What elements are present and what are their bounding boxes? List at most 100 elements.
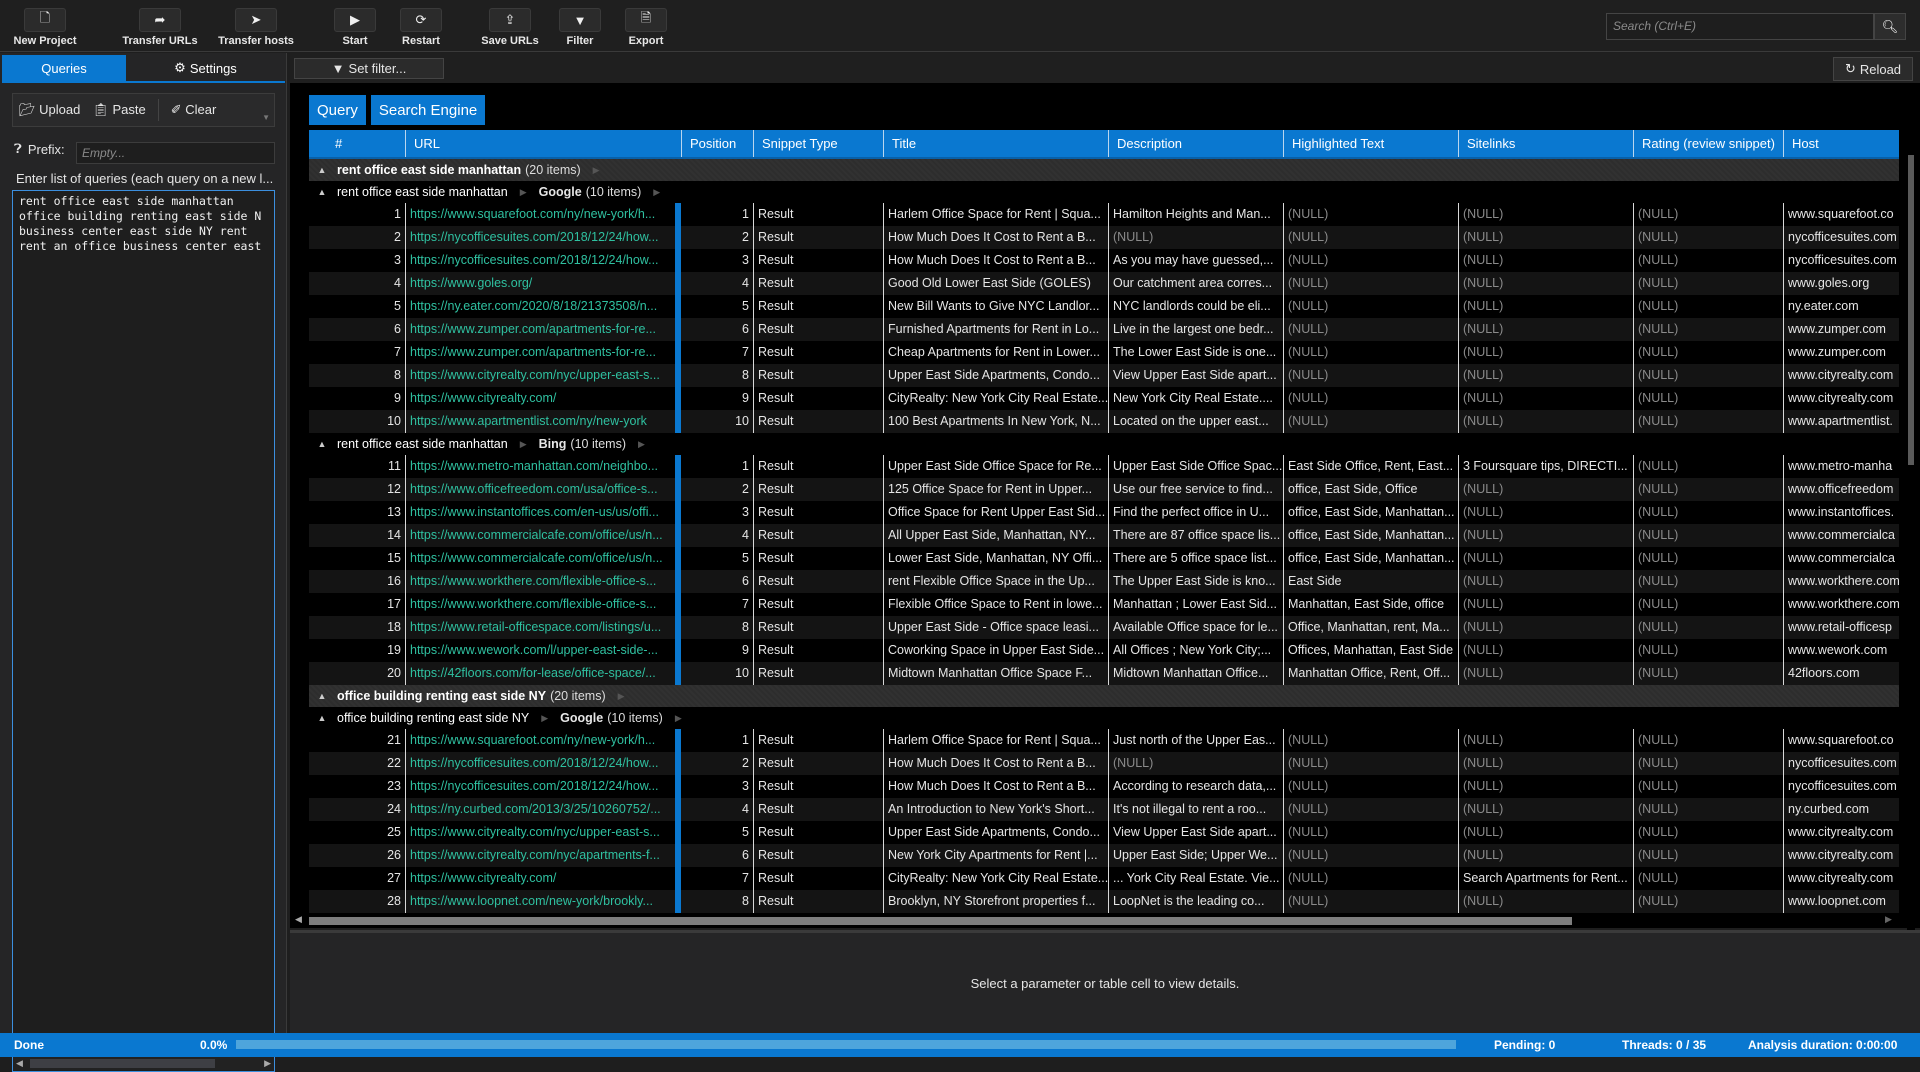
cell-hl[interactable]: (NULL) [1283, 844, 1458, 867]
cell-title[interactable]: New Bill Wants to Give NYC Landlor... [883, 295, 1108, 318]
cell-sl[interactable]: (NULL) [1458, 662, 1633, 685]
reload-button[interactable]: ↻ Reload [1833, 57, 1913, 81]
cell-n[interactable]: 15 [309, 547, 405, 570]
cell-desc[interactable]: There are 5 office space list... [1108, 547, 1283, 570]
cell-rating[interactable]: (NULL) [1633, 501, 1783, 524]
column-splitter[interactable] [675, 616, 681, 639]
cell-type[interactable]: Result [753, 798, 883, 821]
grid-horizontal-scrollbar[interactable]: ◀ ▶ [290, 914, 1902, 927]
cell-n[interactable]: 17 [309, 593, 405, 616]
cell-desc[interactable]: The Upper East Side is kno... [1108, 570, 1283, 593]
cell-hl[interactable]: (NULL) [1283, 295, 1458, 318]
overflow-icon[interactable]: ▼ [262, 113, 270, 122]
cell-n[interactable]: 21 [309, 729, 405, 752]
cell-url[interactable]: https://www.zumper.com/apartments-for-re… [405, 341, 681, 364]
table-row[interactable]: 11 https://www.metro-manhattan.com/neighb… [309, 455, 1899, 478]
column-splitter[interactable] [675, 593, 681, 616]
cell-url[interactable]: https://www.wework.com/l/upper-east-side… [405, 639, 681, 662]
cell-host[interactable]: www.goles.org [1783, 272, 1899, 295]
cell-sl[interactable]: 3 Foursquare tips, DIRECTI... [1458, 455, 1633, 478]
column-splitter[interactable] [675, 387, 681, 410]
cell-pos[interactable]: 4 [681, 798, 753, 821]
paste-button[interactable]: 📋︎ Paste [92, 102, 145, 118]
cell-type[interactable]: Result [753, 662, 883, 685]
cell-url[interactable]: https://www.officefreedom.com/usa/office… [405, 478, 681, 501]
table-row[interactable]: 15 https://www.commercialcafe.com/office/… [309, 547, 1899, 570]
cell-host[interactable]: www.workthere.com [1783, 570, 1899, 593]
column-splitter[interactable] [675, 844, 681, 867]
cell-sl[interactable]: (NULL) [1458, 318, 1633, 341]
cell-n[interactable]: 2 [309, 226, 405, 249]
cell-n[interactable]: 12 [309, 478, 405, 501]
column-splitter[interactable] [675, 775, 681, 798]
cell-hl[interactable]: East Side [1283, 570, 1458, 593]
cell-hl[interactable]: (NULL) [1283, 341, 1458, 364]
cell-desc[interactable]: Midtown Manhattan Office... [1108, 662, 1283, 685]
column-splitter[interactable] [675, 295, 681, 318]
cell-pos[interactable]: 9 [681, 639, 753, 662]
column-splitter[interactable] [675, 821, 681, 844]
queries-horizontal-scrollbar[interactable]: ◀ ▶ [13, 1056, 274, 1070]
cell-host[interactable]: www.apartmentlist. [1783, 410, 1899, 433]
cell-pos[interactable]: 3 [681, 501, 753, 524]
cell-rating[interactable]: (NULL) [1633, 616, 1783, 639]
column-header-description[interactable]: Description [1108, 130, 1283, 157]
cell-type[interactable]: Result [753, 593, 883, 616]
export-button[interactable]: 🗎 Export [601, 8, 691, 47]
cell-n[interactable]: 3 [309, 249, 405, 272]
column-splitter[interactable] [675, 798, 681, 821]
cell-type[interactable]: Result [753, 295, 883, 318]
collapse-icon[interactable]: ▲ [315, 691, 329, 701]
search-button[interactable]: 🔍︎ [1874, 13, 1906, 40]
column-header-url[interactable]: URL [405, 130, 681, 157]
cell-pos[interactable]: 2 [681, 478, 753, 501]
table-row[interactable]: 6 https://www.zumper.com/apartments-for-r… [309, 318, 1899, 341]
cell-type[interactable]: Result [753, 455, 883, 478]
cell-rating[interactable]: (NULL) [1633, 203, 1783, 226]
cell-type[interactable]: Result [753, 501, 883, 524]
cell-hl[interactable]: (NULL) [1283, 752, 1458, 775]
cell-title[interactable]: How Much Does It Cost to Rent a B... [883, 752, 1108, 775]
group-row-engine[interactable]: ▲ office building renting east side NY ▶ Go… [309, 707, 1899, 729]
cell-hl[interactable]: (NULL) [1283, 410, 1458, 433]
cell-url[interactable]: https://www.workthere.com/flexible-offic… [405, 593, 681, 616]
cell-sl[interactable]: (NULL) [1458, 570, 1633, 593]
cell-sl[interactable]: (NULL) [1458, 639, 1633, 662]
column-header-host[interactable]: Host [1783, 130, 1899, 157]
group-row-engine[interactable]: ▲ rent office east side manhattan ▶ Bing (10… [309, 433, 1899, 455]
cell-n[interactable]: 5 [309, 295, 405, 318]
column-header-highlighted-text[interactable]: Highlighted Text [1283, 130, 1458, 157]
cell-title[interactable]: Upper East Side - Office space leasi... [883, 616, 1108, 639]
cell-url[interactable]: https://nycofficesuites.com/2018/12/24/h… [405, 249, 681, 272]
cell-pos[interactable]: 8 [681, 616, 753, 639]
cell-host[interactable]: nycofficesuites.com [1783, 249, 1899, 272]
cell-title[interactable]: Harlem Office Space for Rent | Squa... [883, 203, 1108, 226]
column-splitter[interactable] [675, 410, 681, 433]
cell-sl[interactable]: (NULL) [1458, 364, 1633, 387]
cell-hl[interactable]: Offices, Manhattan, East Side [1283, 639, 1458, 662]
cell-sl[interactable]: (NULL) [1458, 226, 1633, 249]
cell-n[interactable]: 4 [309, 272, 405, 295]
cell-url[interactable]: https://42floors.com/for-lease/office-sp… [405, 662, 681, 685]
cell-url[interactable]: https://www.cityrealty.com/nyc/upper-eas… [405, 821, 681, 844]
cell-title[interactable]: Lower East Side, Manhattan, NY Offi... [883, 547, 1108, 570]
cell-url[interactable]: https://ny.curbed.com/2013/3/25/10260752… [405, 798, 681, 821]
cell-url[interactable]: https://www.apartmentlist.com/ny/new-yor… [405, 410, 681, 433]
cell-hl[interactable]: Manhattan Office, Rent, Off... [1283, 662, 1458, 685]
cell-sl[interactable]: (NULL) [1458, 249, 1633, 272]
cell-pos[interactable]: 6 [681, 844, 753, 867]
column-splitter[interactable] [675, 524, 681, 547]
cell-hl[interactable]: (NULL) [1283, 249, 1458, 272]
cell-title[interactable]: How Much Does It Cost to Rent a B... [883, 249, 1108, 272]
table-row[interactable]: 20 https://42floors.com/for-lease/office-… [309, 662, 1899, 685]
cell-url[interactable]: https://www.cityrealty.com/ [405, 387, 681, 410]
cell-rating[interactable]: (NULL) [1633, 593, 1783, 616]
cell-host[interactable]: www.officefreedom [1783, 478, 1899, 501]
cell-n[interactable]: 23 [309, 775, 405, 798]
cell-rating[interactable]: (NULL) [1633, 364, 1783, 387]
cell-desc[interactable]: Upper East Side Office Spac... [1108, 455, 1283, 478]
cell-url[interactable]: https://nycofficesuites.com/2018/12/24/h… [405, 775, 681, 798]
tab-settings[interactable]: ⚙ Settings [126, 55, 285, 81]
cell-desc[interactable]: LoopNet is the leading co... [1108, 890, 1283, 913]
queries-textarea[interactable]: rent office east side manhattan office b… [12, 190, 275, 1072]
